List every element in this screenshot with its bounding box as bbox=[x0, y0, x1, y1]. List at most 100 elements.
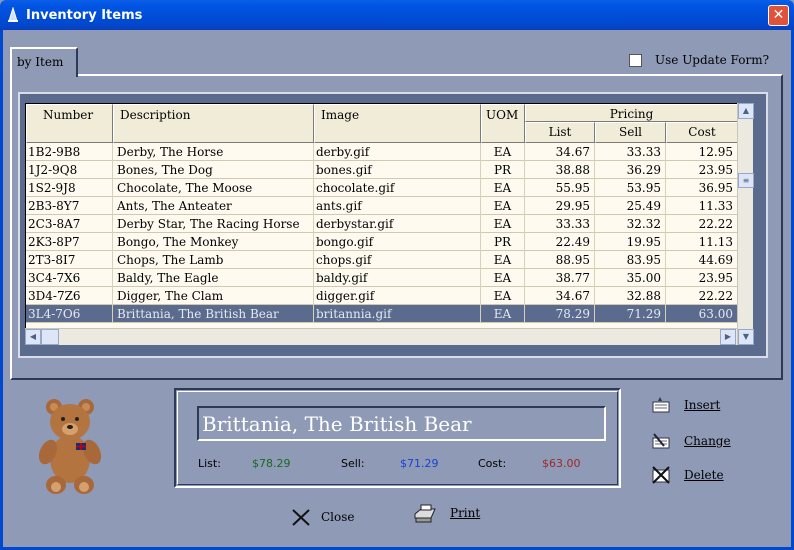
cell-cost[interactable]: 22.22 bbox=[666, 287, 738, 305]
cell-cost[interactable]: 23.95 bbox=[666, 161, 738, 179]
cell-uom[interactable]: EA bbox=[481, 269, 525, 287]
cell-sell[interactable]: 35.00 bbox=[595, 269, 666, 287]
col-header-image[interactable]: Image bbox=[314, 104, 481, 143]
cell-uom[interactable]: PR bbox=[481, 161, 525, 179]
table-row[interactable]: 2K3-8P7 Bongo, The Monkey bongo.gif PR 22.49… bbox=[26, 233, 738, 251]
cell-number[interactable]: 2B3-8Y7 bbox=[26, 197, 113, 215]
table-row[interactable]: 2C3-8A7 Derby Star, The Racing Horse derby… bbox=[26, 215, 738, 233]
cell-list[interactable]: 34.67 bbox=[525, 143, 595, 161]
scroll-thumb[interactable]: ≡ bbox=[738, 173, 754, 188]
cell-number[interactable]: 3D4-7Z6 bbox=[26, 287, 113, 305]
cell-description[interactable]: Bongo, The Monkey bbox=[113, 233, 314, 251]
cell-number[interactable]: 2T3-8I7 bbox=[26, 251, 113, 269]
cell-sell[interactable]: 19.95 bbox=[595, 233, 666, 251]
cell-image[interactable]: baldy.gif bbox=[314, 269, 481, 287]
inventory-grid[interactable]: Number Description Image UOM Pricing Lis… bbox=[25, 103, 753, 345]
cell-list[interactable]: 38.77 bbox=[525, 269, 595, 287]
use-update-form-checkbox[interactable] bbox=[629, 54, 642, 67]
cell-sell[interactable]: 32.32 bbox=[595, 215, 666, 233]
col-header-uom[interactable]: UOM bbox=[481, 104, 525, 143]
cell-image[interactable]: chops.gif bbox=[314, 251, 481, 269]
tab-by-item[interactable]: by Item bbox=[10, 47, 78, 77]
cell-cost[interactable]: 63.00 bbox=[666, 305, 738, 323]
cell-image[interactable]: derby.gif bbox=[314, 143, 481, 161]
table-row[interactable]: 1S2-9J8 Chocolate, The Moose chocolate.gif… bbox=[26, 179, 738, 197]
table-row[interactable]: 2B3-8Y7 Ants, The Anteater ants.gif EA 29.95… bbox=[26, 197, 738, 215]
close-icon[interactable]: ✕ bbox=[768, 5, 789, 26]
cell-list[interactable]: 29.95 bbox=[525, 197, 595, 215]
cell-uom[interactable]: EA bbox=[481, 197, 525, 215]
cell-sell[interactable]: 32.88 bbox=[595, 287, 666, 305]
cell-list[interactable]: 22.49 bbox=[525, 233, 595, 251]
cell-image[interactable]: britannia.gif bbox=[314, 305, 481, 323]
cell-image[interactable]: ants.gif bbox=[314, 197, 481, 215]
cell-number[interactable]: 2C3-8A7 bbox=[26, 215, 113, 233]
cell-image[interactable]: bones.gif bbox=[314, 161, 481, 179]
cell-cost[interactable]: 11.33 bbox=[666, 197, 738, 215]
cell-uom[interactable]: PR bbox=[481, 233, 525, 251]
cell-cost[interactable]: 36.95 bbox=[666, 179, 738, 197]
cell-description[interactable]: Brittania, The British Bear bbox=[113, 305, 314, 323]
cell-list[interactable]: 33.33 bbox=[525, 215, 595, 233]
cell-image[interactable]: derbystar.gif bbox=[314, 215, 481, 233]
hscroll-thumb[interactable] bbox=[41, 329, 59, 345]
table-row[interactable]: 3D4-7Z6 Digger, The Clam digger.gif EA 34.67… bbox=[26, 287, 738, 305]
cell-uom[interactable]: EA bbox=[481, 251, 525, 269]
cell-image[interactable]: bongo.gif bbox=[314, 233, 481, 251]
cell-number[interactable]: 3L4-7O6 bbox=[26, 305, 113, 323]
cell-uom[interactable]: EA bbox=[481, 143, 525, 161]
cell-sell[interactable]: 25.49 bbox=[595, 197, 666, 215]
scroll-up-icon[interactable]: ▲ bbox=[738, 103, 754, 119]
vertical-scrollbar[interactable]: ▲ ≡ ▼ bbox=[737, 103, 754, 345]
col-header-sell[interactable]: Sell bbox=[595, 122, 666, 143]
table-row-selected[interactable]: 3L4-7O6 Brittania, The British Bear britan… bbox=[26, 305, 738, 323]
table-row[interactable]: 1B2-9B8 Derby, The Horse derby.gif EA 34.67 3… bbox=[26, 143, 738, 161]
cell-list[interactable]: 55.95 bbox=[525, 179, 595, 197]
cell-number[interactable]: 1B2-9B8 bbox=[26, 143, 113, 161]
cell-uom[interactable]: EA bbox=[481, 215, 525, 233]
col-header-number[interactable]: Number bbox=[26, 104, 113, 143]
cell-cost[interactable]: 12.95 bbox=[666, 143, 738, 161]
cell-number[interactable]: 1S2-9J8 bbox=[26, 179, 113, 197]
cell-description[interactable]: Baldy, The Eagle bbox=[113, 269, 314, 287]
cell-uom[interactable]: EA bbox=[481, 179, 525, 197]
cell-image[interactable]: chocolate.gif bbox=[314, 179, 481, 197]
scroll-down-icon[interactable]: ▼ bbox=[738, 329, 754, 345]
cell-uom[interactable]: EA bbox=[481, 287, 525, 305]
table-row[interactable]: 2T3-8I7 Chops, The Lamb chops.gif EA 88.95 83… bbox=[26, 251, 738, 269]
cell-description[interactable]: Digger, The Clam bbox=[113, 287, 314, 305]
cell-description[interactable]: Bones, The Dog bbox=[113, 161, 314, 179]
cell-description[interactable]: Chops, The Lamb bbox=[113, 251, 314, 269]
cell-description[interactable]: Derby, The Horse bbox=[113, 143, 314, 161]
horizontal-scrollbar[interactable]: ◀ ▶ bbox=[25, 328, 737, 345]
scroll-right-icon[interactable]: ▶ bbox=[720, 329, 736, 345]
cell-cost[interactable]: 44.69 bbox=[666, 251, 738, 269]
cell-description[interactable]: Derby Star, The Racing Horse bbox=[113, 215, 314, 233]
cell-description[interactable]: Chocolate, The Moose bbox=[113, 179, 314, 197]
cell-sell[interactable]: 83.95 bbox=[595, 251, 666, 269]
cell-number[interactable]: 2K3-8P7 bbox=[26, 233, 113, 251]
table-row[interactable]: 3C4-7X6 Baldy, The Eagle baldy.gif EA 38.77 3… bbox=[26, 269, 738, 287]
col-header-description[interactable]: Description bbox=[113, 104, 314, 143]
cell-list[interactable]: 78.29 bbox=[525, 305, 595, 323]
cell-list[interactable]: 34.67 bbox=[525, 287, 595, 305]
cell-sell[interactable]: 71.29 bbox=[595, 305, 666, 323]
cell-sell[interactable]: 36.29 bbox=[595, 161, 666, 179]
cell-list[interactable]: 38.88 bbox=[525, 161, 595, 179]
cell-image[interactable]: digger.gif bbox=[314, 287, 481, 305]
cell-sell[interactable]: 53.95 bbox=[595, 179, 666, 197]
table-row[interactable]: 1J2-9Q8 Bones, The Dog bones.gif PR 38.88 36.… bbox=[26, 161, 738, 179]
cell-cost[interactable]: 23.95 bbox=[666, 269, 738, 287]
cell-uom[interactable]: EA bbox=[481, 305, 525, 323]
col-header-cost[interactable]: Cost bbox=[666, 122, 738, 143]
cell-number[interactable]: 1J2-9Q8 bbox=[26, 161, 113, 179]
cell-cost[interactable]: 11.13 bbox=[666, 233, 738, 251]
cell-description[interactable]: Ants, The Anteater bbox=[113, 197, 314, 215]
cell-sell[interactable]: 33.33 bbox=[595, 143, 666, 161]
item-name-field[interactable]: Brittania, The British Bear bbox=[197, 406, 606, 441]
scroll-left-icon[interactable]: ◀ bbox=[25, 329, 41, 345]
col-header-list[interactable]: List bbox=[525, 122, 595, 143]
cell-cost[interactable]: 22.22 bbox=[666, 215, 738, 233]
cell-list[interactable]: 88.95 bbox=[525, 251, 595, 269]
cell-number[interactable]: 3C4-7X6 bbox=[26, 269, 113, 287]
